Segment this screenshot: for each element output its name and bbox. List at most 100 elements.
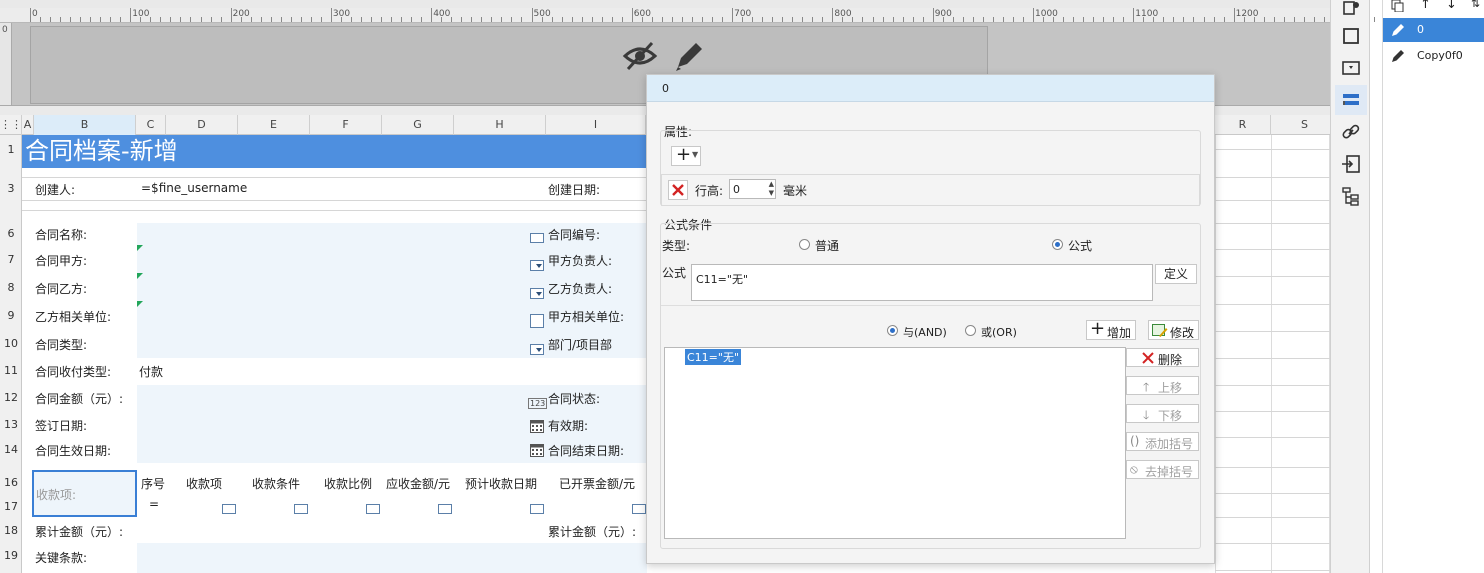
row-header[interactable]: 11 (0, 364, 22, 377)
divider (661, 305, 1200, 306)
ruler-tick (962, 17, 964, 22)
tree-structure-icon[interactable] (1339, 184, 1363, 208)
type-normal-label[interactable]: 普通 (815, 237, 839, 254)
payment-type-value[interactable]: 付款 (139, 363, 163, 380)
column-header-i[interactable]: I (546, 115, 646, 135)
pencil-icon[interactable] (674, 38, 706, 72)
row-header[interactable]: 19 (0, 549, 22, 562)
type-formula-label[interactable]: 公式 (1068, 237, 1092, 254)
column-header-g[interactable]: G (382, 115, 454, 135)
row-header[interactable]: 7 (0, 253, 22, 266)
copy-icon[interactable] (1391, 0, 1405, 12)
or-label[interactable]: 或(OR) (981, 324, 1017, 340)
move-down-button[interactable]: 🡓 下移 (1126, 404, 1199, 423)
and-radio[interactable] (887, 325, 898, 336)
add-condition-button[interactable]: + 增加 (1086, 318, 1136, 340)
ruler-tick (952, 17, 954, 22)
field-label: 合同生效日期: (35, 444, 112, 458)
remove-parenthesis-button[interactable]: ⦸ 去掉括号 (1126, 460, 1199, 479)
row-header[interactable]: 16 (0, 476, 22, 489)
define-button[interactable]: 定义 (1155, 264, 1197, 284)
report-title[interactable]: 合同档案-新增 (22, 135, 647, 168)
column-header-a[interactable]: A (22, 115, 34, 135)
dialog-titlebar[interactable]: 0 (647, 75, 1214, 102)
creator-value[interactable]: =$fine_username (141, 181, 247, 195)
column-header-h[interactable]: H (454, 115, 546, 135)
total-left-label: 累计金额（元）: (35, 525, 124, 539)
condition-list[interactable]: C11="无" (664, 347, 1126, 539)
ruler-tick (521, 17, 523, 22)
row-header[interactable]: 3 (0, 182, 22, 195)
row-header[interactable]: 9 (0, 309, 22, 322)
border-icon[interactable] (1339, 24, 1363, 48)
type-normal-radio[interactable] (799, 239, 810, 250)
column-header-e[interactable]: E (238, 115, 310, 135)
modify-condition-button[interactable]: 修改 (1148, 320, 1199, 340)
condition-item[interactable]: C11="无" (685, 349, 742, 365)
row-height-input[interactable]: 0 ▲ ▼ (729, 179, 776, 199)
delete-condition-button[interactable]: 删除 (1126, 348, 1199, 367)
field-label: 乙方负责人: (548, 282, 613, 296)
column-header-s[interactable]: S (1271, 115, 1339, 135)
receipt-header: 收款比例 (324, 477, 373, 491)
ruler-tick (732, 8, 734, 22)
condition-attribute-dialog[interactable]: 0 属性: + ▼ 行高: 0 ▲ ▼ 毫米 公式条件 类型: 普通 公式 公式 … (646, 74, 1215, 564)
row-header[interactable]: 10 (0, 337, 22, 350)
add-parenthesis-button[interactable]: () 添加括号 (1126, 432, 1199, 451)
ruler-tick (160, 17, 162, 22)
widget-icon[interactable] (1339, 56, 1363, 80)
arrow-up-icon[interactable]: ↑ (1420, 0, 1431, 12)
select-all-corner[interactable]: ⋮⋮ (0, 115, 22, 135)
row17-value[interactable]: = (149, 497, 159, 511)
type-formula-radio[interactable] (1052, 239, 1063, 250)
field-label: 签订日期: (35, 419, 88, 433)
ruler-tick (150, 17, 152, 22)
row-header[interactable]: 17 (0, 500, 22, 513)
row-header[interactable]: 8 (0, 281, 22, 294)
column-header-r[interactable]: R (1215, 115, 1271, 135)
column-header-d[interactable]: D (166, 115, 238, 135)
field-label: 部门/项目部 (548, 338, 613, 352)
formula-input[interactable]: C11="无" (691, 264, 1153, 301)
receipt-header: 收款条件 (252, 477, 301, 491)
list-item[interactable]: 0 (1383, 18, 1484, 42)
row-header[interactable]: 1 (0, 143, 22, 156)
spinner-icon[interactable]: ▲ ▼ (769, 180, 774, 198)
row-header[interactable]: 18 (0, 524, 22, 537)
column-header-b[interactable]: B (34, 115, 136, 135)
column-header-c[interactable]: C (136, 115, 166, 135)
import-icon[interactable] (1339, 152, 1363, 176)
ruler-tick (1123, 17, 1125, 22)
cell-attribute-icon[interactable] (1339, 0, 1363, 20)
link-icon[interactable] (1339, 120, 1363, 144)
list-item[interactable]: Copy0f0 (1383, 44, 1484, 68)
ruler-label: 700 (734, 9, 752, 19)
row-header[interactable]: 13 (0, 418, 22, 431)
or-radio[interactable] (965, 325, 976, 336)
row-header[interactable]: 12 (0, 391, 22, 404)
delete-attribute-button[interactable] (668, 180, 688, 200)
arrow-up-icon: 🡑 (1143, 380, 1150, 394)
ruler-tick (601, 17, 603, 22)
add-attribute-button[interactable]: + ▼ (671, 144, 701, 166)
sort-icon[interactable]: ⇅ (1471, 0, 1480, 10)
ruler-tick (80, 17, 82, 22)
move-up-button[interactable]: 🡑 上移 (1126, 376, 1199, 395)
ruler-tick (1093, 17, 1095, 22)
and-label[interactable]: 与(AND) (903, 324, 947, 340)
ruler-tick (812, 17, 814, 22)
dropdown-widget-icon (530, 344, 544, 355)
row-header[interactable]: 6 (0, 227, 22, 240)
side-toolbar (1330, 0, 1370, 573)
toolbar-strip (0, 0, 1330, 8)
selected-cell[interactable]: 收款项: (32, 470, 137, 517)
ruler-tick (712, 17, 714, 22)
field-label: 合同甲方: (35, 254, 88, 268)
ruler-tick (431, 8, 433, 22)
arrow-down-icon[interactable]: ↓ (1446, 0, 1457, 12)
row-header[interactable]: 14 (0, 443, 22, 456)
column-header-f[interactable]: F (310, 115, 382, 135)
ruler-tick (1203, 17, 1205, 22)
condition-attribute-icon[interactable] (1339, 88, 1363, 112)
eye-hidden-icon[interactable] (622, 40, 658, 72)
